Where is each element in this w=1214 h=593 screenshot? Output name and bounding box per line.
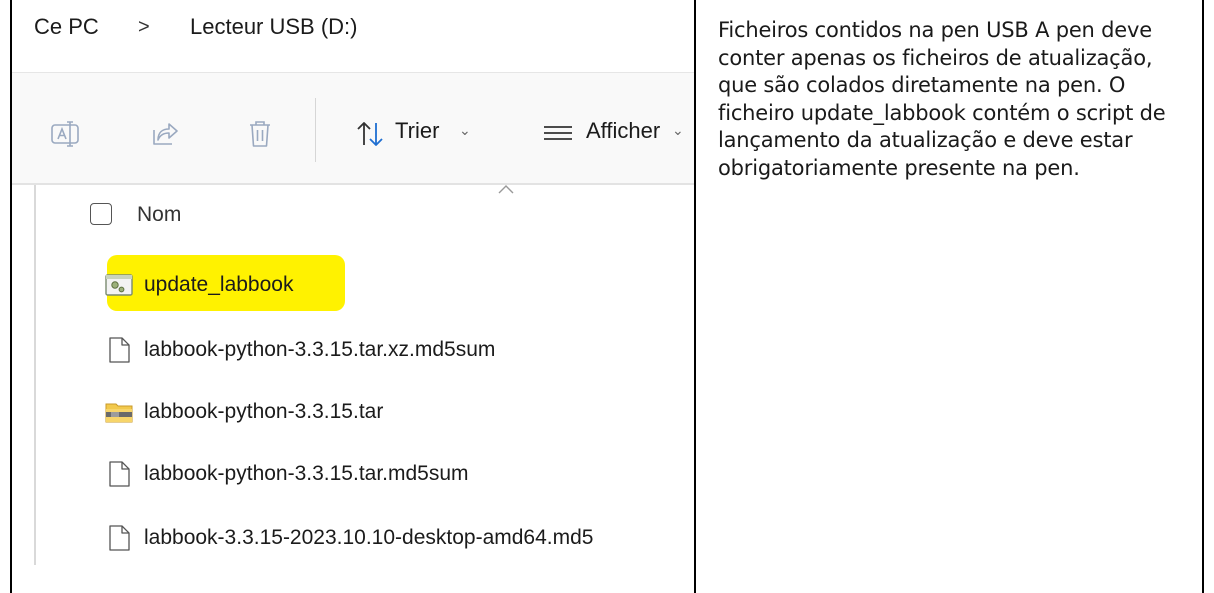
view-icon[interactable] (542, 118, 574, 150)
file-list (12, 185, 694, 565)
breadcrumb-root[interactable]: Ce PC (34, 14, 99, 40)
file-row[interactable]: labbook-python-3.3.15.tar (104, 392, 383, 432)
file-name: labbook-python-3.3.15.tar (144, 400, 384, 423)
file-row-update-labbook[interactable]: update_labbook (104, 265, 293, 305)
table-column-divider (694, 0, 696, 593)
navigation-pane-edge (34, 185, 36, 565)
toolbar-separator (315, 98, 316, 162)
view-button[interactable]: Afficher (586, 118, 660, 144)
sort-button[interactable]: Trier (395, 118, 439, 144)
address-bar: Ce PC > Lecteur USB (D:) (12, 0, 694, 72)
share-icon[interactable] (148, 118, 180, 150)
sort-direction-icon (498, 185, 514, 194)
rename-icon[interactable] (50, 118, 82, 150)
view-chevron-down-icon[interactable]: ⌄ (672, 122, 684, 139)
file-name: labbook-python-3.3.15.tar.md5sum (144, 462, 469, 485)
breadcrumb-separator-icon: > (138, 16, 150, 38)
delete-icon[interactable] (244, 118, 276, 150)
file-row[interactable]: labbook-3.3.15-2023.10.10-desktop-amd64.… (104, 518, 593, 558)
file-name: update_labbook (144, 273, 294, 296)
generic-file-icon (109, 525, 130, 551)
file-row[interactable]: labbook-python-3.3.15.tar.xz.md5sum (104, 330, 495, 370)
select-all-checkbox[interactable] (90, 203, 112, 225)
sort-icon[interactable] (354, 118, 386, 150)
file-name: labbook-python-3.3.15.tar.xz.md5sum (144, 338, 496, 361)
generic-file-icon (109, 461, 130, 487)
description-text: Ficheiros contidos na pen USB A pen deve… (718, 18, 1166, 180)
column-header-name[interactable]: Nom (137, 203, 181, 227)
sort-chevron-down-icon[interactable]: ⌄ (459, 122, 471, 139)
file-row[interactable]: labbook-python-3.3.15.tar.md5sum (104, 454, 469, 494)
script-file-icon (105, 274, 133, 296)
file-name: labbook-3.3.15-2023.10.10-desktop-amd64.… (144, 526, 594, 549)
archive-folder-icon (105, 403, 133, 423)
breadcrumb-drive[interactable]: Lecteur USB (D:) (190, 14, 358, 40)
generic-file-icon (109, 337, 130, 363)
file-explorer-screenshot: Ce PC > Lecteur USB (D:) Trier ⌄ Affiche… (12, 0, 694, 565)
